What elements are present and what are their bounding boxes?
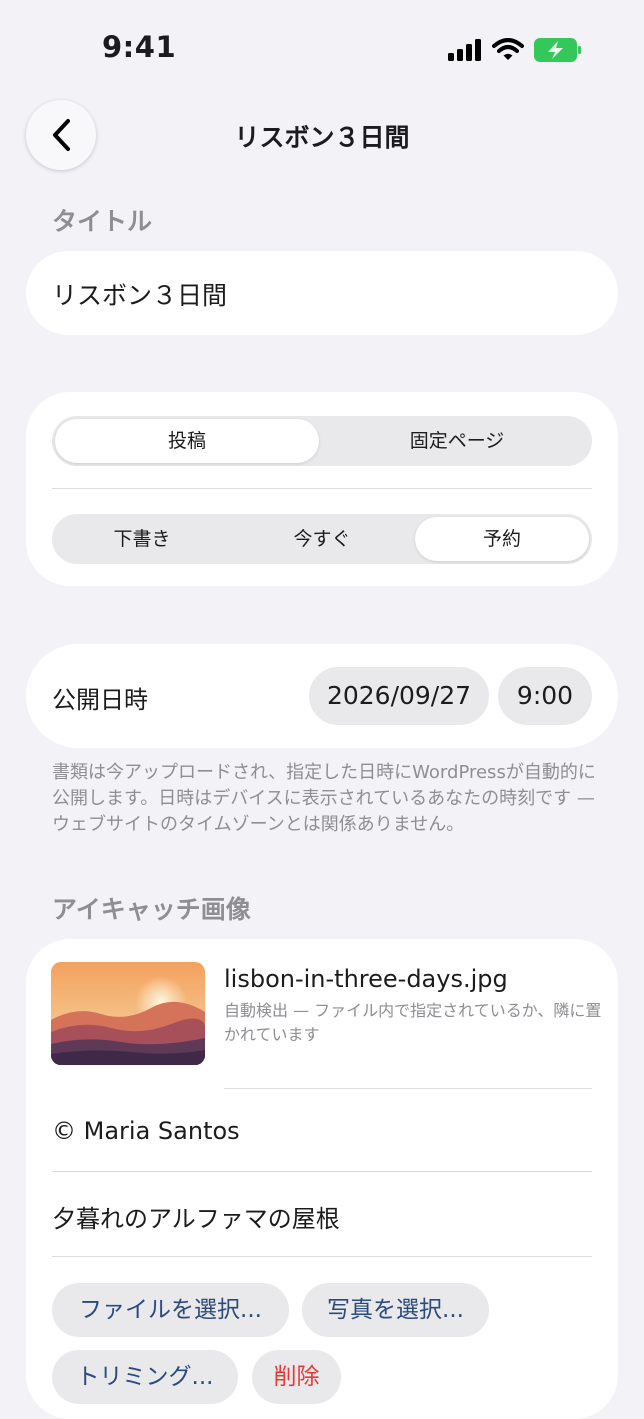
crop-button[interactable]: トリミング... (52, 1350, 238, 1404)
schedule-footnote: 書類は今アップロードされ、指定した日時にWordPressが自動的に公開します。… (52, 762, 596, 835)
segment-draft[interactable]: 下書き (52, 514, 232, 564)
segment-post[interactable]: 投稿 (55, 419, 319, 463)
featured-image-label: アイキャッチ画像 (52, 895, 251, 924)
divider (224, 1088, 592, 1089)
choose-file-button[interactable]: ファイルを選択... (52, 1283, 289, 1337)
image-caption-field[interactable]: 夕暮れのアルファマの屋根 (52, 1199, 340, 1234)
title-field-value: リスボン３日間 (52, 281, 228, 310)
status-time: 9:41 (102, 30, 177, 64)
publish-mode-segmented-control[interactable]: 下書き 今すぐ 予約 (52, 514, 592, 564)
featured-image-filename: lisbon-in-three-days.jpg (224, 965, 508, 993)
segment-schedule[interactable]: 予約 (415, 517, 589, 561)
date-picker[interactable]: 2026/09/27 (309, 667, 489, 725)
status-bar: 9:41 (0, 0, 644, 100)
divider (52, 488, 592, 489)
featured-image-thumbnail (51, 962, 205, 1065)
status-icons (448, 38, 582, 62)
battery-charging-icon (534, 38, 581, 62)
featured-image-card: lisbon-in-three-days.jpg 自動検出 — ファイル内で指定… (26, 939, 618, 1419)
segment-now[interactable]: 今すぐ (232, 514, 412, 564)
wifi-icon (492, 38, 524, 60)
signal-icon (448, 39, 481, 61)
divider (52, 1171, 592, 1172)
delete-button[interactable]: 削除 (252, 1350, 341, 1404)
nav-title: リスボン３日間 (234, 123, 410, 152)
time-picker[interactable]: 9:00 (498, 667, 592, 725)
segment-page[interactable]: 固定ページ (322, 416, 592, 466)
post-type-segmented-control[interactable]: 投稿 固定ページ (52, 416, 592, 466)
post-options-card: 投稿 固定ページ 下書き 今すぐ 予約 (26, 392, 618, 586)
divider (52, 1256, 592, 1257)
featured-image-detection-note: 自動検出 — ファイル内で指定されているか、隣に置かれています (224, 1001, 602, 1044)
title-section-label: タイトル (52, 207, 153, 236)
choose-photo-button[interactable]: 写真を選択... (302, 1283, 489, 1337)
image-credit-field[interactable]: © Maria Santos (52, 1117, 240, 1145)
schedule-card: 公開日時 2026/09/27 9:00 (26, 644, 618, 748)
title-field[interactable]: リスボン３日間 (26, 251, 618, 335)
schedule-label: 公開日時 (52, 686, 148, 714)
